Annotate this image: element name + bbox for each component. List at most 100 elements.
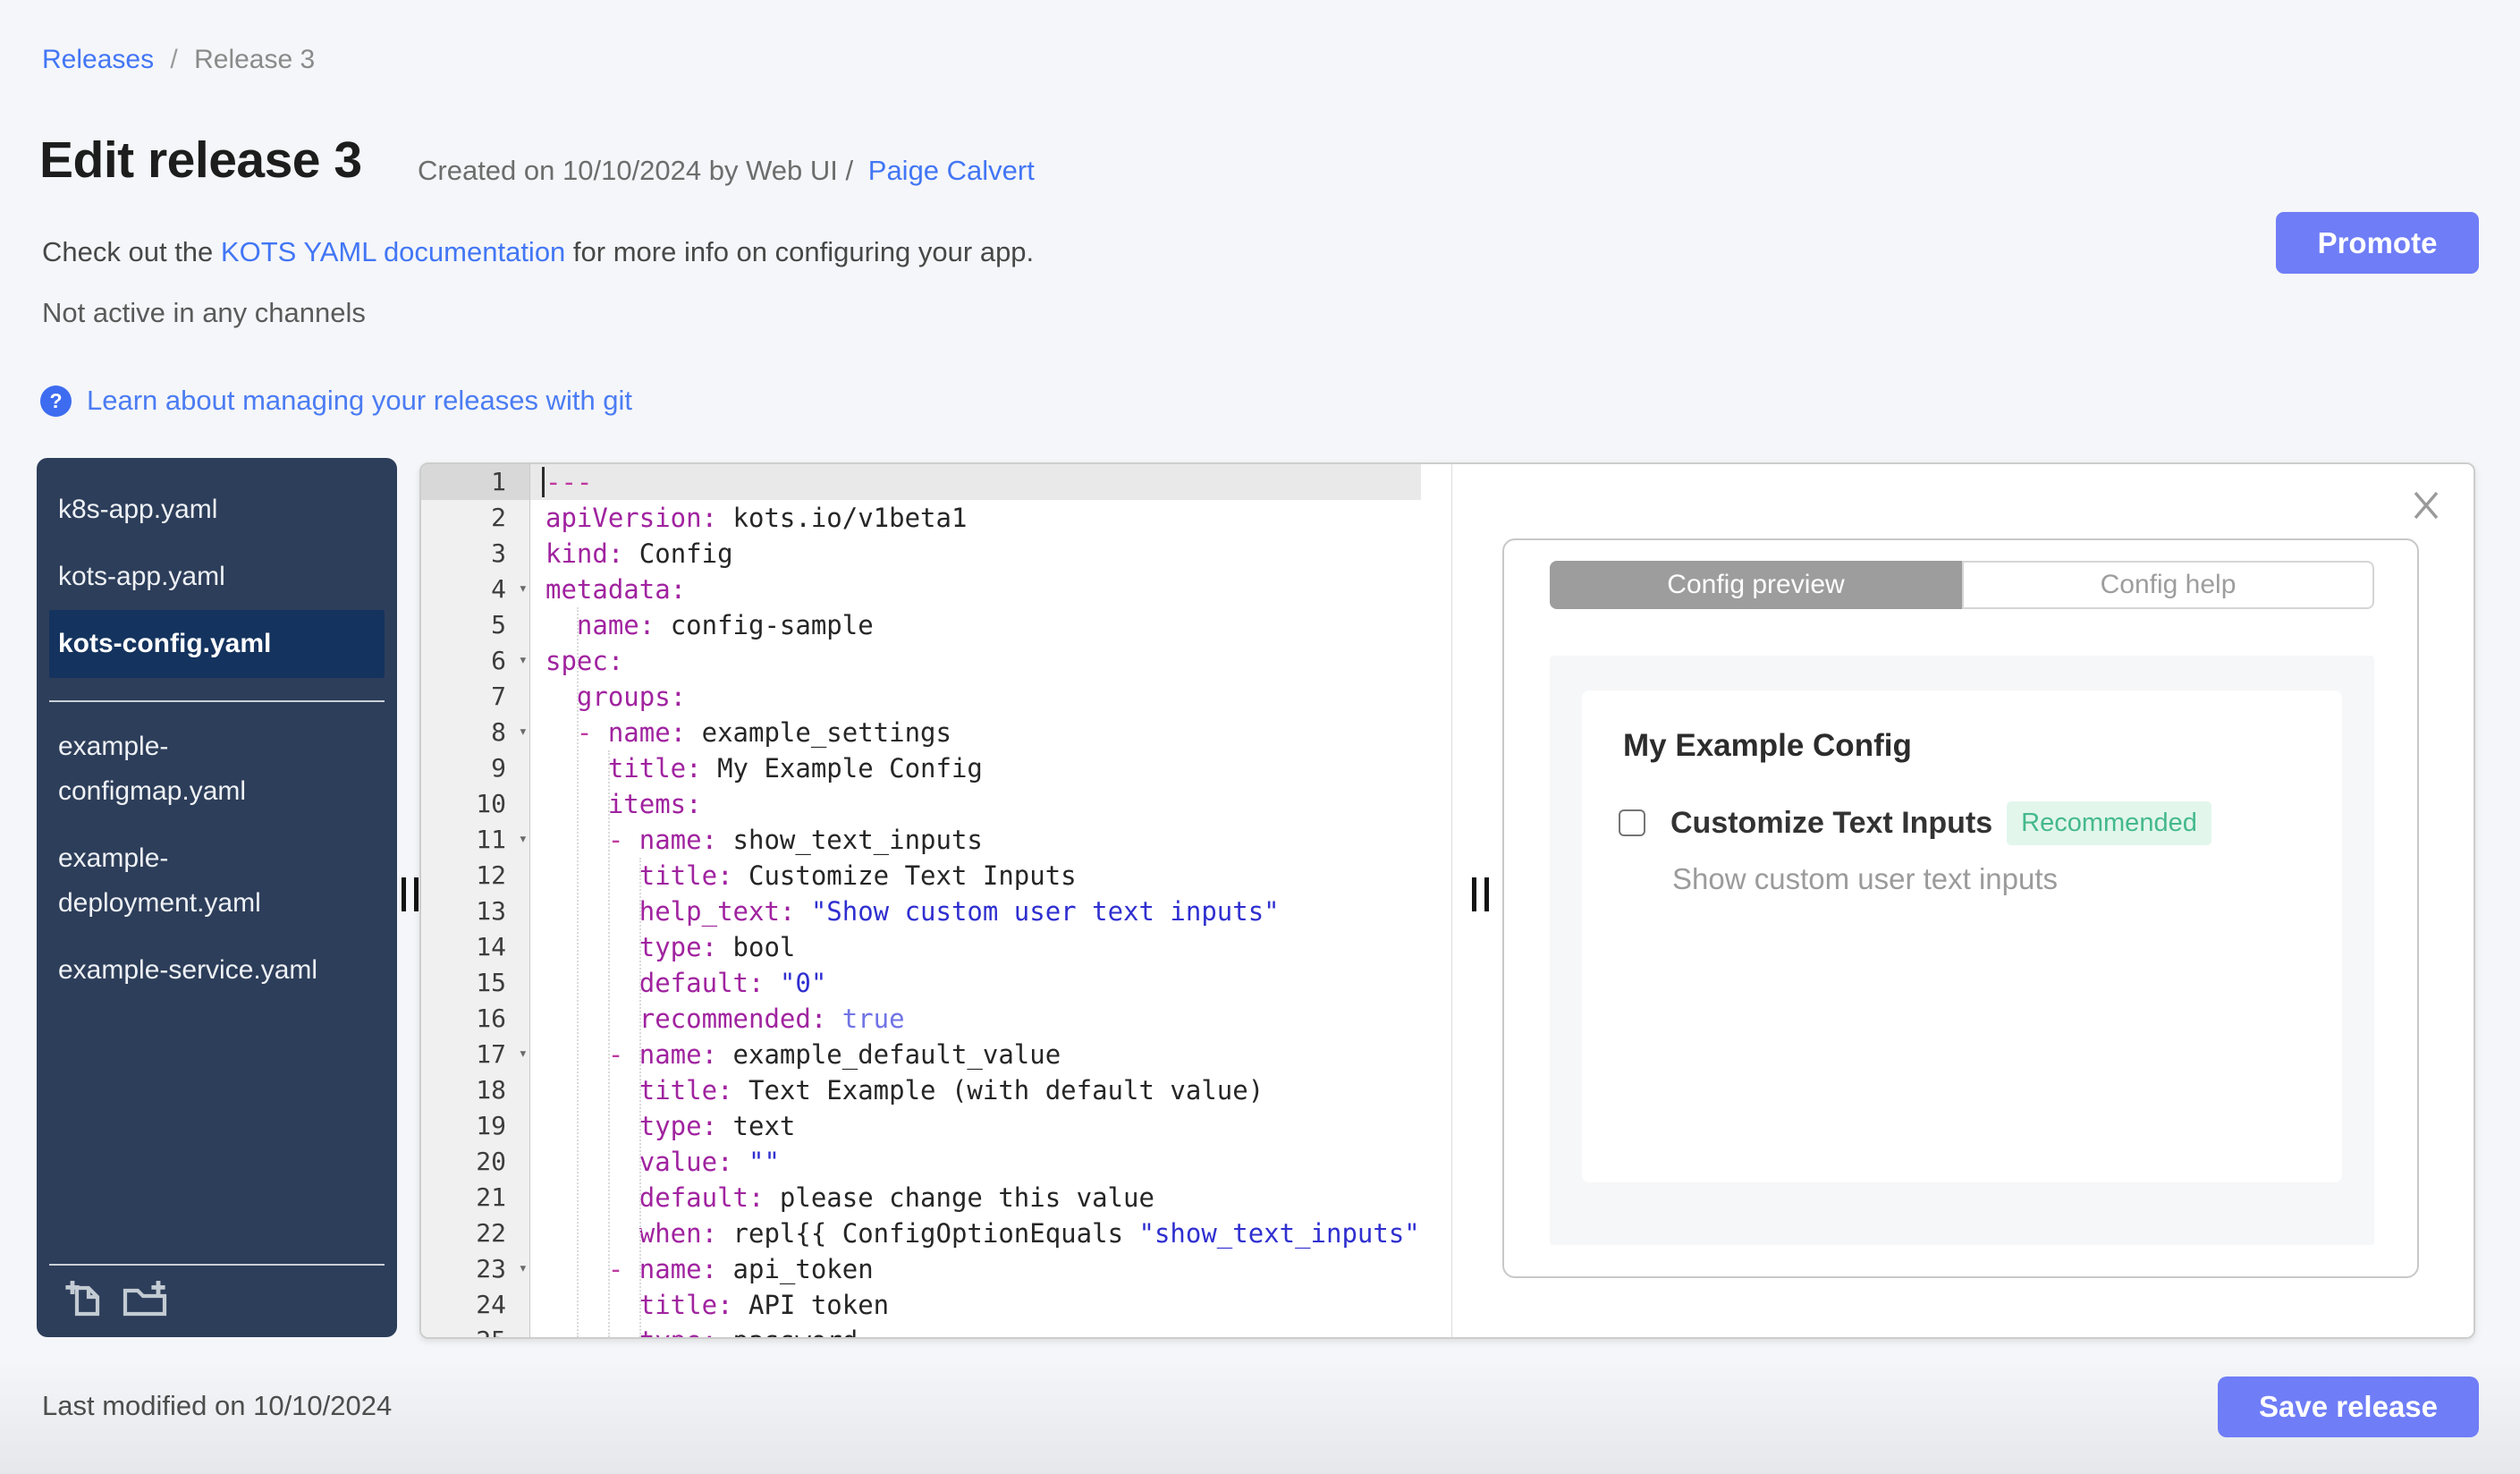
channel-status: Not active in any channels [42, 297, 366, 328]
code-text: metadata: [545, 574, 687, 605]
editor-line[interactable]: 16 recommended: true [421, 1001, 1451, 1037]
fold-icon[interactable]: ▾ [519, 571, 528, 606]
editor-line[interactable]: 22 when: repl{{ ConfigOptionEquals "show… [421, 1216, 1451, 1251]
code-text: type: bool [638, 932, 796, 962]
promote-button[interactable]: Promote [2276, 212, 2479, 274]
editor-line[interactable]: 13 help_text: "Show custom user text inp… [421, 894, 1451, 929]
new-folder-button[interactable] [121, 1278, 169, 1321]
sidebar-item-example-service.yaml[interactable]: example-service.yaml [37, 948, 341, 993]
config-preview-card: Config preview Config help My Example Co… [1502, 538, 2419, 1278]
code-text: value: "" [638, 1147, 780, 1177]
fold-icon[interactable]: ▾ [519, 1250, 528, 1286]
code-text: name: config-sample [576, 610, 874, 640]
recommended-badge: Recommended [2007, 801, 2211, 845]
line-number: 21 [421, 1180, 530, 1216]
fold-icon[interactable]: ▾ [519, 1036, 528, 1072]
sidebar-divider [49, 700, 385, 702]
editor-line[interactable]: 23 ▾ - name: api_token [421, 1251, 1451, 1287]
sidebar-item-kots-app.yaml[interactable]: kots-app.yaml [37, 555, 341, 599]
editor-line[interactable]: 14 type: bool [421, 929, 1451, 965]
line-number: 9 [421, 750, 530, 786]
code-text: items: [607, 789, 702, 819]
editor-line[interactable]: 15 default: "0" [421, 965, 1451, 1001]
config-item-label: Customize Text Inputs [1670, 805, 1993, 840]
editor-line[interactable]: 11 ▾ - name: show_text_inputs [421, 822, 1451, 858]
kots-docs-link[interactable]: KOTS YAML documentation [221, 236, 565, 267]
tab-config-help[interactable]: Config help [1962, 561, 2374, 609]
editor-line[interactable]: 21 default: please change this value [421, 1180, 1451, 1216]
sidebar-item-kots-config.yaml[interactable]: kots-config.yaml [49, 610, 385, 678]
line-number: 22 [421, 1216, 530, 1251]
line-number: 12 [421, 858, 530, 894]
editor-line[interactable]: 7 groups: [421, 679, 1451, 715]
code-text: - name: example_default_value [607, 1039, 1061, 1070]
line-number: 5 [421, 607, 530, 643]
fold-icon[interactable]: ▾ [519, 642, 528, 678]
preview-resize-handle[interactable] [1472, 877, 1489, 911]
editor-panel: 1 --- 2 apiVersion: kots.io/v1beta1 3 kind: C… [419, 462, 2475, 1339]
sidebar-item-k8s-app.yaml[interactable]: k8s-app.yaml [37, 487, 341, 532]
code-editor[interactable]: 1 --- 2 apiVersion: kots.io/v1beta1 3 kind: C… [421, 464, 1451, 1337]
save-release-button[interactable]: Save release [2218, 1377, 2479, 1437]
line-number: 17 ▾ [421, 1037, 530, 1072]
code-text: apiVersion: kots.io/v1beta1 [545, 503, 968, 533]
last-modified: Last modified on 10/10/2024 [42, 1390, 393, 1421]
line-number: 2 [421, 500, 530, 536]
line-number: 18 [421, 1072, 530, 1108]
code-text: --- [530, 464, 1451, 500]
config-group-title: My Example Config [1623, 728, 1912, 763]
code-text: - name: example_settings [576, 717, 951, 748]
docs-suffix: for more info on configuring your app. [565, 236, 1035, 267]
line-number: 16 [421, 1001, 530, 1037]
editor-line[interactable]: 3 kind: Config [421, 536, 1451, 572]
line-number: 11 ▾ [421, 822, 530, 858]
breadcrumb: Releases / Release 3 [42, 43, 315, 77]
line-number: 4 ▾ [421, 572, 530, 607]
breadcrumb-current: Release 3 [194, 45, 316, 74]
config-preview-body: My Example Config Customize Text Inputs … [1550, 656, 2374, 1245]
fold-icon[interactable]: ▾ [519, 821, 528, 857]
code-text: groups: [576, 682, 687, 712]
editor-line[interactable]: 18 title: Text Example (with default val… [421, 1072, 1451, 1108]
code-text: default: "0" [638, 968, 827, 998]
code-text: type: password [530, 1323, 1451, 1337]
sidebar-file-list: k8s-app.yaml kots-app.yaml kots-config.yam… [37, 487, 397, 1015]
editor-line[interactable]: 17 ▾ - name: example_default_value [421, 1037, 1451, 1072]
editor-line[interactable]: 10 items: [421, 786, 1451, 822]
line-number: 10 [421, 786, 530, 822]
sidebar-actions [49, 1264, 385, 1323]
breadcrumb-releases-link[interactable]: Releases [42, 45, 154, 74]
editor-line[interactable]: 6 ▾ spec: [421, 643, 1451, 679]
code-text: type: text [638, 1111, 796, 1141]
close-icon[interactable] [2411, 490, 2441, 521]
sidebar-resize-handle[interactable] [402, 877, 419, 911]
config-group-card: My Example Config Customize Text Inputs … [1582, 690, 2342, 1182]
git-help-row: ? Learn about managing your releases wit… [40, 385, 632, 417]
editor-line[interactable]: 24 title: API token [421, 1287, 1451, 1323]
editor-line[interactable]: 4 ▾ metadata: [421, 572, 1451, 607]
sidebar-item-example-configmap.yaml[interactable]: example-configmap.yaml [37, 724, 341, 814]
editor-line[interactable]: 19 type: text [421, 1108, 1451, 1144]
code-text: title: API token [638, 1290, 890, 1320]
editor-line[interactable]: 9 title: My Example Config [421, 750, 1451, 786]
help-icon: ? [40, 385, 72, 417]
line-number: 6 ▾ [421, 643, 530, 679]
file-sidebar: k8s-app.yaml kots-app.yaml kots-config.yam… [37, 458, 397, 1337]
editor-line[interactable]: 5 name: config-sample [421, 607, 1451, 643]
editor-line[interactable]: 8 ▾ - name: example_settings [421, 715, 1451, 750]
editor-line[interactable]: 20 value: "" [421, 1144, 1451, 1180]
tab-config-preview[interactable]: Config preview [1550, 561, 1962, 609]
breadcrumb-separator: / [170, 45, 178, 74]
editor-line[interactable]: 2 apiVersion: kots.io/v1beta1 [421, 500, 1451, 536]
git-docs-link[interactable]: Learn about managing your releases with … [87, 385, 632, 417]
new-file-button[interactable] [63, 1278, 106, 1321]
editor-line[interactable]: 12 title: Customize Text Inputs [421, 858, 1451, 894]
line-number: 15 [421, 965, 530, 1001]
editor-line[interactable]: 25 type: password [421, 1323, 1451, 1337]
customize-text-inputs-checkbox[interactable] [1619, 809, 1645, 836]
line-number: 20 [421, 1144, 530, 1180]
author-link[interactable]: Paige Calvert [868, 155, 1035, 186]
fold-icon[interactable]: ▾ [519, 714, 528, 750]
sidebar-item-example-deployment.yaml[interactable]: example-deployment.yaml [37, 836, 341, 926]
editor-line[interactable]: 1 --- [421, 464, 1451, 500]
